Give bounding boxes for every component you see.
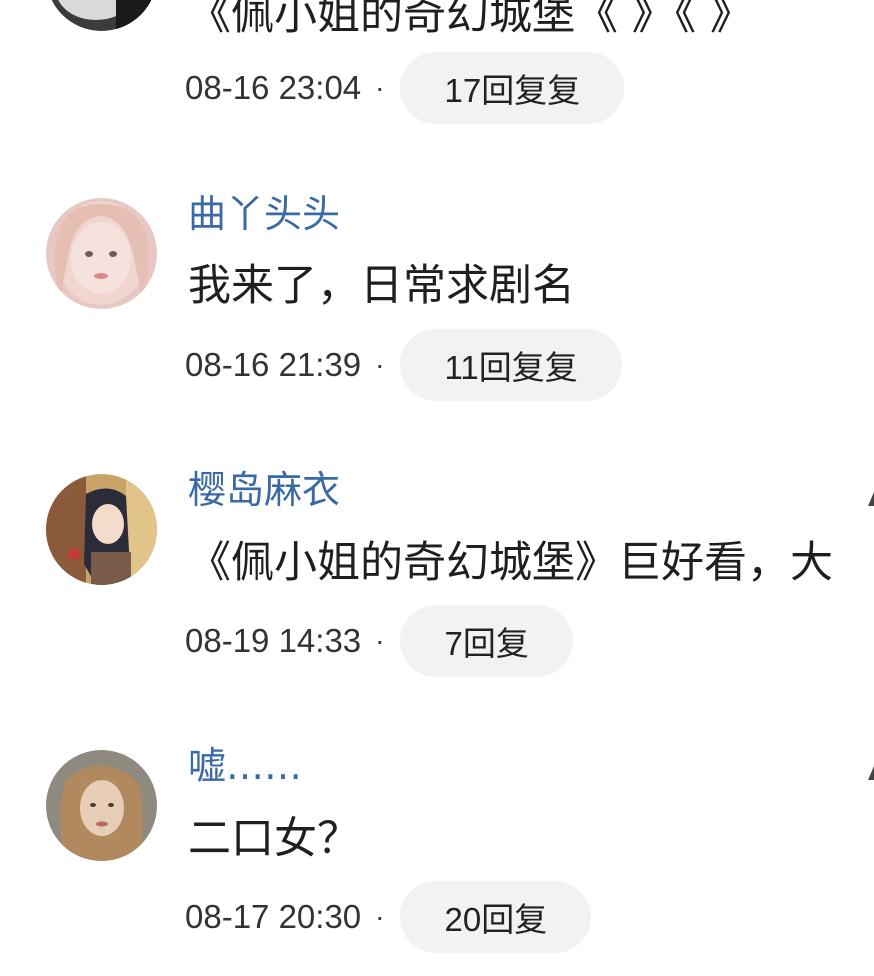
comment-meta: 08-19 14:33 · 7回复 <box>185 605 573 677</box>
timestamp: 08-16 21:39 <box>185 346 362 383</box>
username[interactable]: 樱岛麻衣 <box>188 467 340 513</box>
avatar[interactable] <box>46 0 157 31</box>
reply-count-button[interactable]: 17回复复 <box>400 52 625 124</box>
reply-count-button[interactable]: 11回复复 <box>400 329 622 401</box>
avatar[interactable] <box>46 474 157 585</box>
comment-meta: 08-16 23:04 · 17回复复 <box>185 52 625 124</box>
avatar-anime-girl-icon <box>46 474 157 585</box>
username[interactable]: 曲丫头头 <box>188 191 340 237</box>
comment-content: 我来了，日常求剧名 <box>188 261 575 311</box>
avatar-girl-pink-icon <box>46 198 157 309</box>
comment-meta: 08-16 21:39 · 11回复复 <box>185 329 622 401</box>
comment-meta: 08-17 20:30 · 20回复 <box>185 881 592 953</box>
separator-dot: · <box>375 625 385 656</box>
reply-count-button[interactable]: 7回复 <box>400 605 573 677</box>
comment-content: 《佩小姐的奇幻城堡《 》《 》 <box>188 0 753 40</box>
timestamp: 08-19 14:33 <box>185 622 362 659</box>
separator-dot: · <box>375 72 385 103</box>
reply-count-button[interactable]: 20回复 <box>400 881 592 953</box>
like-icon[interactable] <box>868 492 874 514</box>
comment-content: 《佩小姐的奇幻城堡》巨好看，大 <box>188 538 833 588</box>
username[interactable]: 嘘…… <box>188 743 302 789</box>
timestamp: 08-17 20:30 <box>185 898 362 935</box>
timestamp: 08-16 23:04 <box>185 69 362 106</box>
comment-content: 二口女？ <box>188 814 360 864</box>
avatar[interactable] <box>46 198 157 309</box>
separator-dot: · <box>375 349 385 380</box>
avatar-woman-blonde-icon <box>46 750 157 861</box>
separator-dot: · <box>375 901 385 932</box>
avatar-dark-portrait-icon <box>46 0 157 31</box>
like-icon[interactable] <box>868 766 874 788</box>
avatar[interactable] <box>46 750 157 861</box>
